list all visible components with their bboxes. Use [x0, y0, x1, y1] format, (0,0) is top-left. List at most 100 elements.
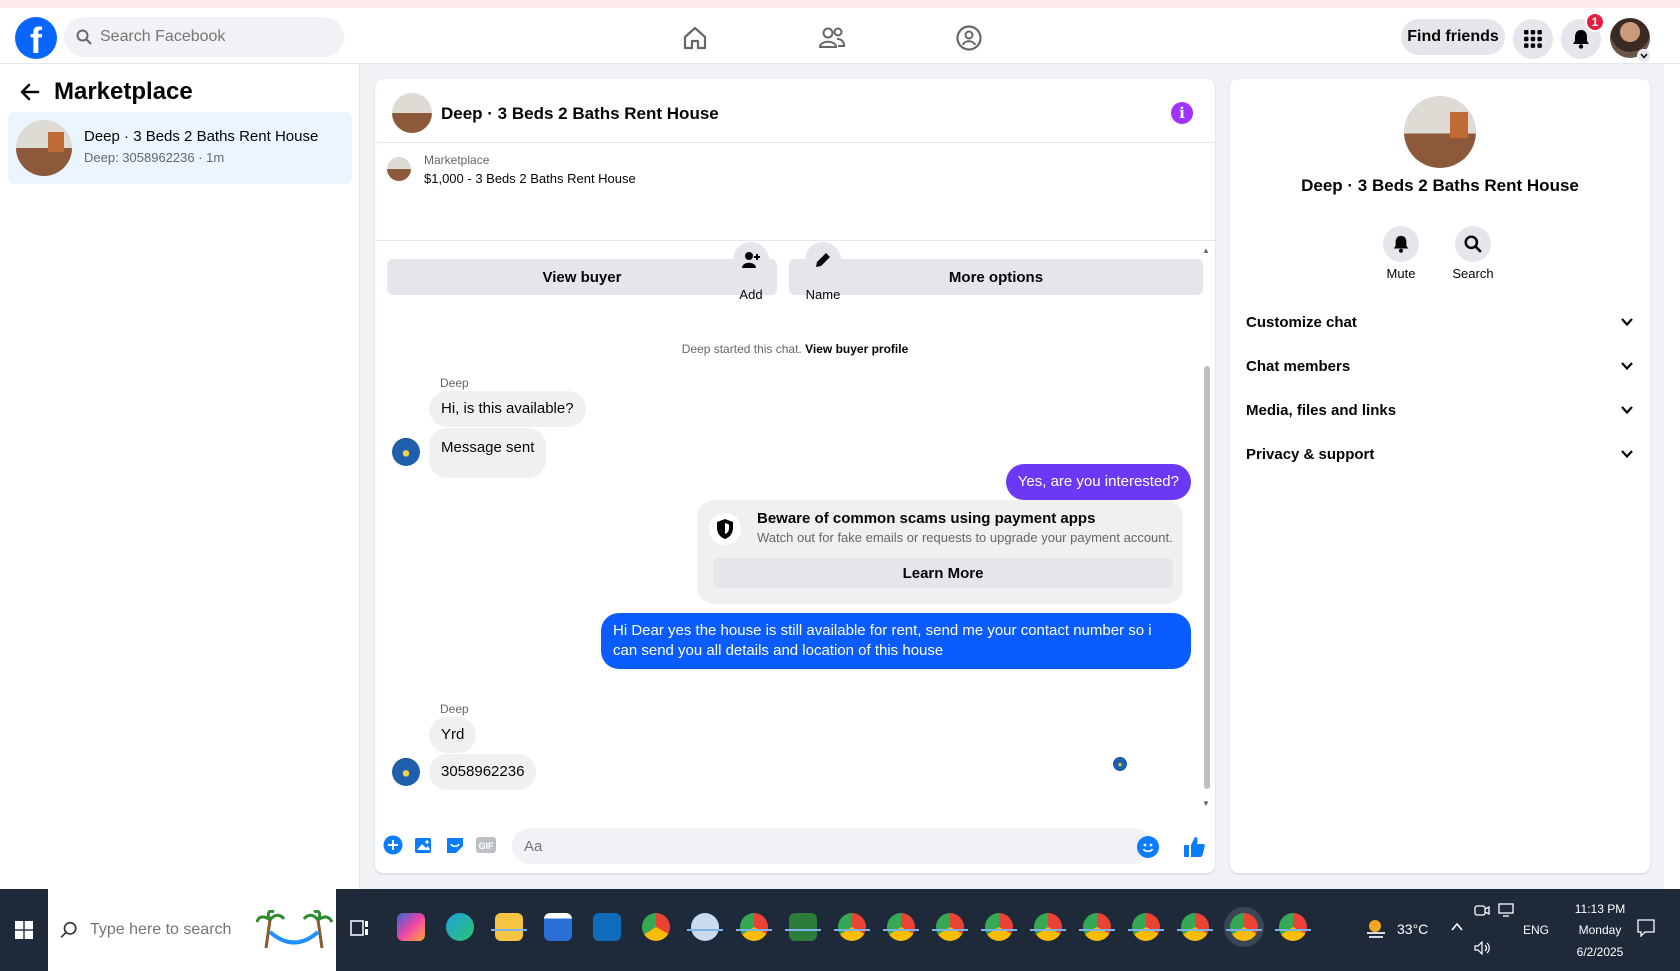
microsoft-store-icon[interactable]	[544, 913, 572, 941]
top-navigation-bar: f Find friends 1	[0, 0, 1680, 64]
incoming-message[interactable]: Yrd	[429, 717, 477, 753]
chrome-profile-icon[interactable]	[838, 913, 866, 941]
conversation-item[interactable]: Deep · 3 Beds 2 Baths Rent House Deep: 3…	[8, 112, 352, 184]
scroll-thumb[interactable]	[1204, 366, 1210, 789]
incoming-message[interactable]: Hi, is this available?	[429, 391, 586, 427]
taskbar-search-box[interactable]	[48, 889, 336, 971]
windows-start-button[interactable]	[0, 889, 48, 971]
chrome-profile-icon[interactable]	[1181, 913, 1209, 941]
sticker-icon[interactable]	[444, 834, 466, 856]
meet-now-icon[interactable]	[1474, 903, 1490, 922]
view-buyer-profile-link[interactable]: View buyer profile	[805, 342, 908, 356]
facebook-logo[interactable]: f	[15, 17, 57, 59]
chrome-profile-icon[interactable]	[691, 913, 719, 941]
file-explorer-icon[interactable]	[495, 913, 523, 941]
menu-grid-button[interactable]	[1513, 19, 1553, 59]
sender-avatar[interactable]	[392, 758, 420, 786]
scam-warning-description: Watch out for fake emails or requests to…	[757, 530, 1173, 545]
chat-members-section[interactable]: Chat members	[1246, 346, 1634, 386]
pencil-icon	[816, 253, 830, 267]
incoming-message[interactable]: Message sent	[429, 428, 547, 478]
find-friends-button[interactable]: Find friends	[1401, 19, 1505, 55]
copilot-app-icon[interactable]	[397, 913, 425, 941]
chrome-profile-icon[interactable]	[985, 913, 1013, 941]
scroll-down-icon[interactable]: ▼	[1201, 799, 1211, 809]
thumbs-up-icon[interactable]	[1181, 834, 1207, 860]
active-app-indicator	[785, 929, 821, 931]
taskbar-search-input[interactable]	[90, 921, 250, 939]
conversation-preview: Deep: 3058962236 · 1m	[84, 150, 225, 165]
volume-icon[interactable]	[1474, 940, 1492, 960]
clock-date[interactable]: 6/2/2025	[1566, 945, 1634, 959]
chrome-browser-icon[interactable]	[642, 913, 670, 941]
section-label: Customize chat	[1246, 313, 1357, 331]
mute-action[interactable]: Mute	[1371, 226, 1431, 281]
active-app-indicator	[1226, 929, 1262, 931]
gif-icon[interactable]: GIF	[475, 834, 497, 856]
name-button[interactable]	[805, 242, 841, 278]
search-facebook-box[interactable]	[64, 17, 344, 57]
chrome-profile-icon[interactable]	[887, 913, 915, 941]
chrome-profile-icon[interactable]	[936, 913, 964, 941]
search-icon	[1455, 226, 1491, 262]
scroll-up-icon[interactable]: ▲	[1201, 246, 1211, 256]
page-scrollbar[interactable]	[1664, 64, 1680, 889]
photo-icon[interactable]	[413, 834, 435, 856]
active-app-indicator	[687, 929, 723, 931]
add-person-icon	[742, 252, 760, 268]
notification-center-icon[interactable]	[1637, 919, 1655, 942]
chevron-down-icon[interactable]	[1637, 49, 1651, 63]
notification-badge: 1	[1585, 12, 1605, 32]
outgoing-message[interactable]: Yes, are you interested?	[1005, 464, 1191, 500]
search-facebook-input[interactable]	[100, 28, 320, 46]
privacy-support-section[interactable]: Privacy & support	[1246, 434, 1634, 474]
conversation-info-panel: Deep · 3 Beds 2 Baths Rent House Mute Se…	[1230, 79, 1650, 873]
marketplace-listing-strip: Marketplace $1,000 - 3 Beds 2 Baths Rent…	[375, 143, 1215, 295]
task-view-icon[interactable]	[350, 918, 370, 943]
thread-scrollbar[interactable]: ▲ ▼	[1201, 246, 1211, 811]
info-icon[interactable]: i	[1171, 102, 1193, 124]
chrome-profile-icon[interactable]	[1034, 913, 1062, 941]
outlook-icon[interactable]	[593, 913, 621, 941]
chrome-profile-icon[interactable]	[1230, 913, 1258, 941]
home-icon[interactable]	[679, 22, 711, 54]
groups-icon[interactable]	[953, 22, 985, 54]
input-language[interactable]: ENG	[1523, 923, 1549, 937]
active-app-indicator	[883, 929, 919, 931]
weather-temperature[interactable]: 33°C	[1397, 921, 1428, 937]
add-people-button[interactable]	[733, 242, 769, 278]
active-app-indicator	[1030, 929, 1066, 931]
emoji-icon[interactable]	[1137, 836, 1159, 858]
spreadsheet-app-icon[interactable]	[789, 913, 817, 941]
sender-avatar[interactable]	[392, 438, 420, 466]
chevron-up-icon[interactable]	[1450, 919, 1464, 937]
chrome-profile-icon[interactable]	[1279, 913, 1307, 941]
weather-icon[interactable]	[1365, 917, 1389, 944]
edge-browser-icon[interactable]	[446, 913, 474, 941]
customize-chat-section[interactable]: Customize chat	[1246, 302, 1634, 342]
chrome-profile-icon[interactable]	[740, 913, 768, 941]
back-arrow-icon[interactable]	[20, 82, 40, 102]
active-app-indicator	[1177, 929, 1213, 931]
outgoing-message[interactable]: Hi Dear yes the house is still available…	[601, 613, 1191, 669]
shield-icon	[709, 513, 741, 545]
marketplace-header: Marketplace	[20, 78, 193, 106]
listing-price-title[interactable]: $1,000 - 3 Beds 2 Baths Rent House	[424, 171, 636, 186]
friends-icon[interactable]	[816, 22, 848, 54]
search-action[interactable]: Search	[1443, 226, 1503, 281]
incoming-message[interactable]: 3058962236	[429, 754, 537, 790]
chrome-profile-icon[interactable]	[1132, 913, 1160, 941]
network-icon[interactable]	[1498, 903, 1514, 922]
message-input[interactable]	[512, 828, 1152, 864]
clock-day[interactable]: Monday	[1566, 923, 1634, 937]
search-label: Search	[1452, 266, 1494, 281]
marketplace-inbox-panel: Marketplace Deep · 3 Beds 2 Baths Rent H…	[0, 64, 360, 889]
conversation-avatar-large[interactable]	[1404, 96, 1476, 168]
chat-title[interactable]: Deep · 3 Beds 2 Baths Rent House	[441, 104, 719, 124]
clock-time[interactable]: 11:13 PM	[1566, 902, 1634, 916]
chrome-profile-icon[interactable]	[1083, 913, 1111, 941]
chat-avatar[interactable]	[392, 93, 432, 133]
media-files-links-section[interactable]: Media, files and links	[1246, 390, 1634, 430]
plus-icon[interactable]	[382, 834, 404, 856]
learn-more-button[interactable]: Learn More	[713, 558, 1173, 588]
